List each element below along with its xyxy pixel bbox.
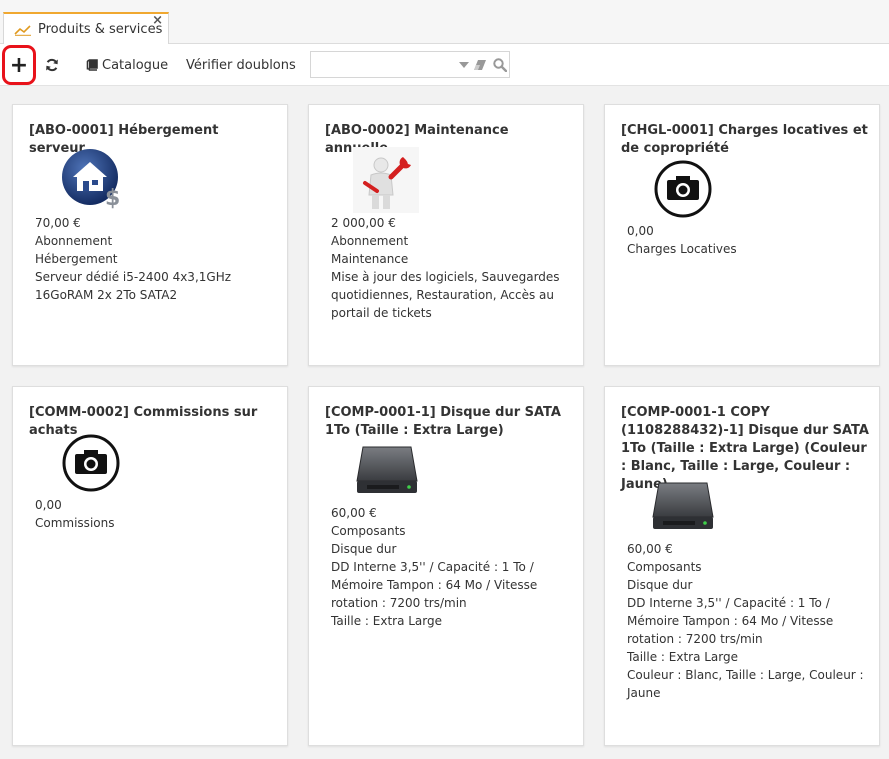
- product-description: Serveur dédié i5-2400 4x3,1GHz 16GoRAM 2…: [35, 270, 232, 302]
- camera-icon: [654, 160, 712, 218]
- camera-icon: [62, 434, 120, 492]
- product-type: Composants: [627, 560, 702, 574]
- tab-produits-services[interactable]: Produits & services ×: [3, 12, 169, 45]
- plus-icon: +: [9, 52, 29, 78]
- hard-drive-icon: [652, 482, 714, 529]
- product-price: 60,00 €: [331, 506, 377, 520]
- product-price: 0,00: [35, 498, 62, 512]
- book-icon: [86, 59, 98, 71]
- product-price: 70,00 €: [35, 216, 81, 230]
- product-details: 0,00 Commissions: [35, 496, 279, 532]
- catalogue-button[interactable]: Catalogue: [86, 44, 168, 86]
- product-price: 0,00: [627, 224, 654, 238]
- add-button[interactable]: +: [2, 45, 36, 85]
- product-category: Charges Locatives: [627, 242, 737, 256]
- product-variant: Taille : Extra Large: [627, 650, 739, 664]
- product-description: DD Interne 3,5'' / Capacité : 1 To / Mém…: [331, 560, 538, 610]
- product-type: Composants: [331, 524, 406, 538]
- product-card[interactable]: [ABO-0001] Hébergement serveur $ 70,00 €…: [12, 104, 288, 366]
- product-details: 60,00 € Composants Disque dur DD Interne…: [627, 540, 871, 702]
- verify-duplicates-button[interactable]: Vérifier doublons: [186, 44, 296, 86]
- search-icon[interactable]: [493, 58, 507, 72]
- product-card[interactable]: [COMM-0002] Commissions sur achats 0,00 …: [12, 386, 288, 746]
- product-variant-options: Couleur : Blanc, Taille : Large, Couleur…: [627, 668, 864, 700]
- server-house-icon: $: [62, 149, 120, 209]
- product-type: Abonnement: [331, 234, 409, 248]
- svg-text:$: $: [105, 186, 120, 209]
- product-title[interactable]: [CHGL-0001] Charges locatives et de copr…: [621, 122, 869, 158]
- product-description: DD Interne 3,5'' / Capacité : 1 To / Mém…: [627, 596, 834, 646]
- hard-drive-icon: [356, 446, 418, 493]
- eraser-icon[interactable]: [473, 59, 487, 71]
- product-card[interactable]: [COMP-0001-1] Disque dur SATA 1To (Taill…: [308, 386, 584, 746]
- product-card[interactable]: [ABO-0002] Maintenance annuelle 2 000,00…: [308, 104, 584, 366]
- tab-bar: Produits & services ×: [0, 0, 889, 45]
- catalogue-label: Catalogue: [102, 57, 169, 73]
- tab-close-icon[interactable]: ×: [152, 14, 163, 27]
- verify-duplicates-label: Vérifier doublons: [186, 57, 296, 73]
- product-title[interactable]: [COMP-0001-1] Disque dur SATA 1To (Taill…: [325, 404, 573, 440]
- product-category: Commissions: [35, 516, 115, 530]
- line-chart-icon: [14, 24, 31, 36]
- product-card[interactable]: [COMP-0001-1 COPY (1108288432)-1] Disque…: [604, 386, 880, 746]
- product-category: Disque dur: [331, 542, 397, 556]
- product-details: 70,00 € Abonnement Hébergement Serveur d…: [35, 214, 279, 304]
- product-category: Hébergement: [35, 252, 118, 266]
- product-details: 0,00 Charges Locatives: [627, 222, 871, 258]
- tab-label: Produits & services: [38, 22, 163, 37]
- product-price: 2 000,00 €: [331, 216, 396, 230]
- product-description: Mise à jour des logiciels, Sauvegardes q…: [331, 270, 560, 320]
- product-details: 60,00 € Composants Disque dur DD Interne…: [331, 504, 575, 630]
- refresh-button[interactable]: [44, 44, 60, 86]
- caret-down-icon[interactable]: [459, 62, 469, 69]
- search-input[interactable]: [311, 52, 456, 77]
- refresh-icon: [46, 58, 58, 72]
- toolbar: + Catalogue Vérifier doublons: [0, 44, 889, 86]
- product-price: 60,00 €: [627, 542, 673, 556]
- product-variant: Taille : Extra Large: [331, 614, 443, 628]
- search-box: [310, 51, 510, 78]
- product-category: Maintenance: [331, 252, 409, 266]
- maintenance-figure-icon: [353, 147, 419, 213]
- product-details: 2 000,00 € Abonnement Maintenance Mise à…: [331, 214, 575, 322]
- product-type: Abonnement: [35, 234, 113, 248]
- product-card[interactable]: [CHGL-0001] Charges locatives et de copr…: [604, 104, 880, 366]
- product-category: Disque dur: [627, 578, 693, 592]
